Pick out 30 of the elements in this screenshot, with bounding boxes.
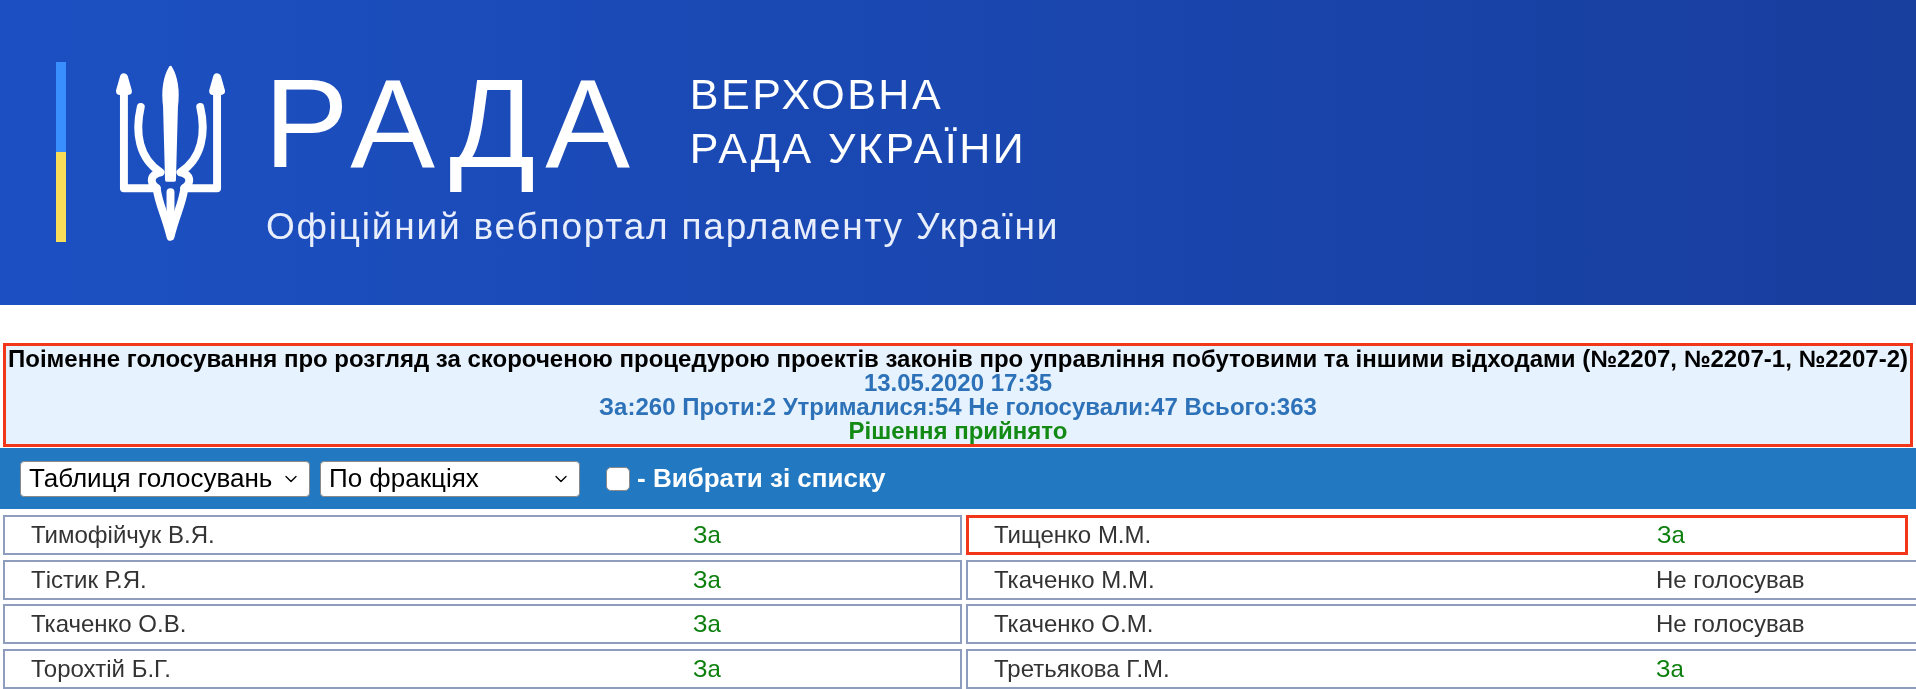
view-dropdown[interactable]: Таблиця голосувань	[20, 460, 310, 497]
checkbox-label: - Вибрати зі списку	[637, 462, 886, 495]
institution-name-line: ВЕРХОВНА	[689, 73, 945, 116]
trident-emblem-icon	[116, 63, 225, 242]
deputy-name: Ткаченко О.В.	[31, 610, 187, 637]
vote-result: Не голосував	[1656, 609, 1805, 639]
vote-result: За	[1657, 520, 1685, 550]
vote-title: Поіменне голосування про розгляд за скороченою процедурою проектів законів про управління побутовими та іншими відходами (№2207, №2207-1, №2207-2)	[8, 347, 1908, 371]
vote-counts: За:260 Проти:2 Утрималися:54 Не голосували:47 Всього:363	[599, 395, 1317, 419]
institution-name-line: РАДА УКРАЇНИ	[689, 127, 1027, 170]
deputy-name: Торохтій Б.Г.	[31, 654, 171, 682]
deputy-name: Тимофійчук В.Я.	[31, 521, 215, 548]
site-tagline: Офіційний вебпортал парламенту України	[266, 208, 1060, 246]
deputy-name: Ткаченко М.М.	[994, 565, 1155, 593]
select-from-list-checkbox[interactable]	[606, 466, 630, 491]
vote-decision: Рішення прийнято	[848, 419, 1068, 443]
deputy-name: Третьякова Г.М.	[994, 654, 1170, 682]
logo-text: РАДА	[264, 51, 640, 196]
vote-result: Не голосував	[1656, 564, 1805, 595]
deputy-name: Тищенко М.М.	[994, 521, 1152, 548]
flag-stripe-icon	[56, 62, 66, 242]
deputy-name: Тістик Р.Я.	[31, 565, 147, 593]
vote-result: За	[693, 564, 721, 595]
view-dropdown[interactable]: По фракціях	[320, 460, 580, 497]
vote-result: За	[693, 609, 721, 639]
deputy-name: Ткаченко О.М.	[994, 610, 1154, 637]
vote-result: За	[693, 520, 721, 550]
vote-result: За	[693, 653, 721, 684]
vote-datetime: 13.05.2020 17:35	[863, 371, 1053, 395]
vote-result: За	[1656, 653, 1684, 684]
